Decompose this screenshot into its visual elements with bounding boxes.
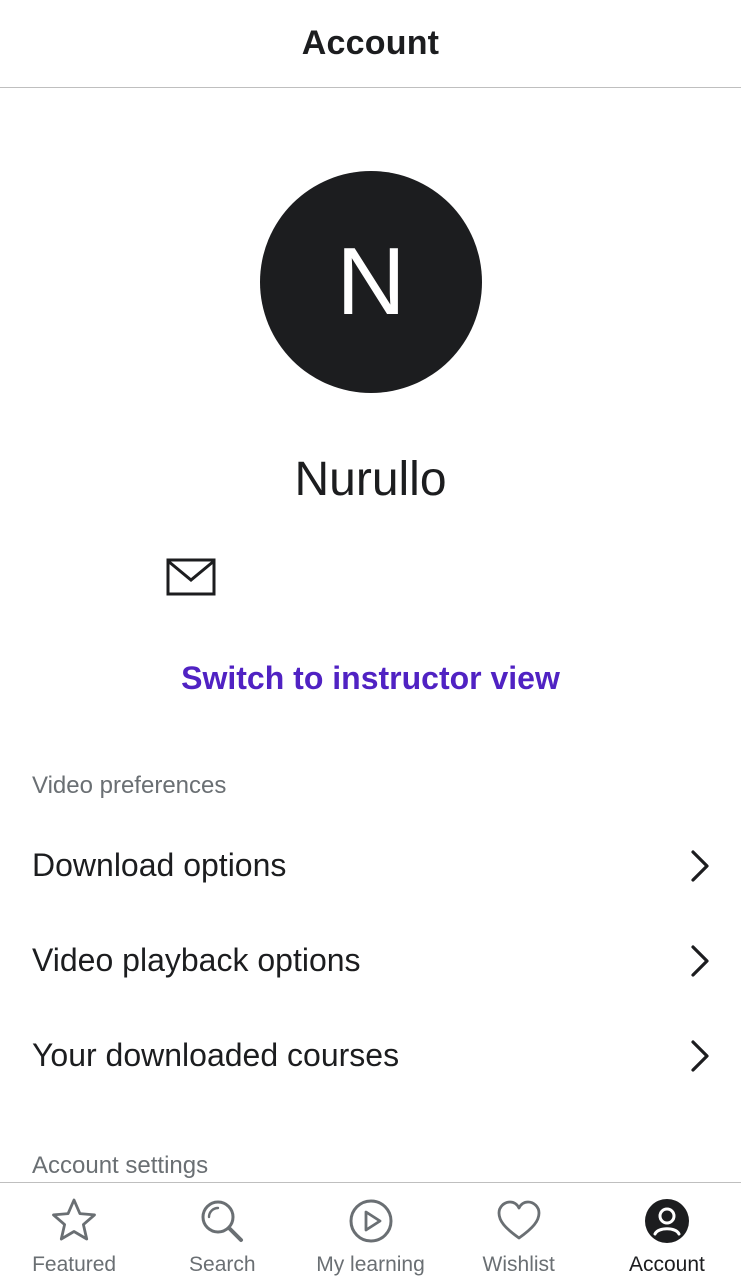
menu-item-your-downloaded-courses[interactable]: Your downloaded courses (0, 1008, 741, 1103)
tab-account[interactable]: Account (593, 1183, 741, 1280)
play-circle-icon (347, 1197, 395, 1245)
bottom-tab-bar: Featured Search My learning Wishlist Acc… (0, 1182, 741, 1280)
tab-label: Wishlist (482, 1253, 555, 1276)
tab-label: My learning (316, 1253, 425, 1276)
menu-item-label: Your downloaded courses (32, 1037, 400, 1073)
tab-my-learning[interactable]: My learning (296, 1183, 444, 1280)
page-title: Account (301, 24, 440, 62)
section-label-account-settings: Account settings (32, 1152, 209, 1179)
email-text (232, 565, 572, 589)
chevron-right-icon (689, 944, 711, 978)
tab-featured[interactable]: Featured (0, 1183, 148, 1280)
menu-item-download-options[interactable]: Download options (0, 818, 741, 913)
email-row (166, 558, 572, 596)
star-icon (50, 1197, 98, 1245)
tab-search[interactable]: Search (148, 1183, 296, 1280)
tab-label: Account (628, 1253, 705, 1276)
user-circle-icon (643, 1197, 691, 1245)
user-name: Nurullo (294, 453, 447, 506)
tab-label: Search (189, 1253, 256, 1276)
search-icon (198, 1197, 246, 1245)
heart-icon (495, 1197, 543, 1245)
chevron-right-icon (689, 849, 711, 883)
tab-label: Featured (32, 1253, 117, 1276)
envelope-icon (166, 558, 216, 596)
top-bar: Account (0, 0, 741, 88)
chevron-right-icon (689, 1039, 711, 1073)
menu-item-video-playback-options[interactable]: Video playback options (0, 913, 741, 1008)
menu-item-label: Download options (32, 847, 287, 883)
switch-to-instructor-view-link[interactable]: Switch to instructor view (0, 660, 741, 697)
menu-item-label: Video playback options (32, 942, 361, 978)
avatar: N (260, 171, 482, 393)
tab-wishlist[interactable]: Wishlist (445, 1183, 593, 1280)
section-label-video-preferences: Video preferences (32, 772, 227, 799)
avatar-initial: N (336, 228, 406, 335)
